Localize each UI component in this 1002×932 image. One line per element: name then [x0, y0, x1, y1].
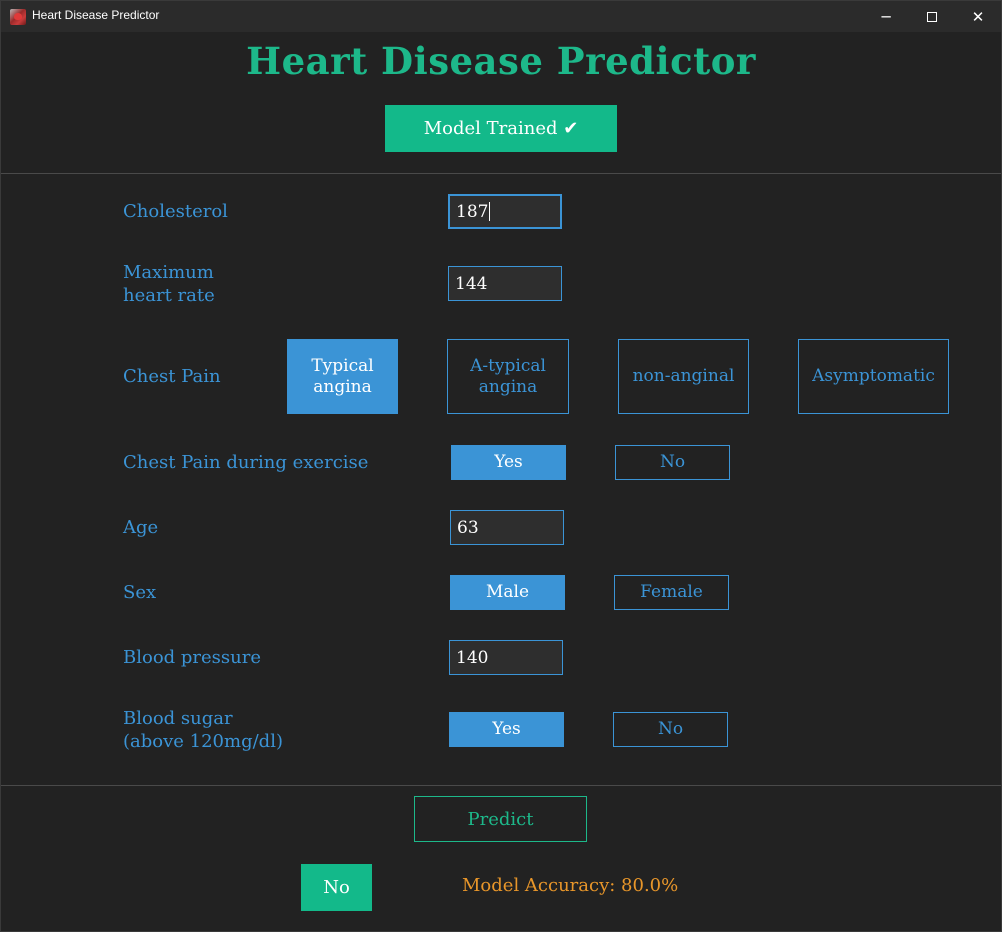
predict-label: Predict — [467, 808, 534, 830]
option-label: non-anginal — [632, 366, 735, 386]
app-window: Heart Disease Predictor ─ ✕ Heart Diseas… — [0, 0, 1002, 932]
close-button[interactable]: ✕ — [955, 1, 1001, 32]
option-label: No — [659, 452, 686, 472]
text-caret — [489, 202, 491, 221]
option-label-line1: A-typical — [470, 355, 546, 376]
option-label: No — [657, 719, 684, 739]
max-heart-rate-label-line2: heart rate — [123, 285, 215, 306]
cholesterol-input[interactable]: 187 — [448, 194, 562, 229]
age-label: Age — [123, 517, 159, 538]
blood-sugar-label-line1: Blood sugar — [123, 708, 233, 729]
train-model-button[interactable]: Model Trained ✔ — [385, 105, 617, 152]
exercise-pain-label: Chest Pain during exercise — [123, 452, 369, 473]
blood-sugar-yes-option[interactable]: Yes — [449, 712, 564, 747]
age-value: 63 — [457, 517, 479, 538]
chest-pain-typical-angina-option[interactable]: Typical angina — [287, 339, 398, 414]
sex-male-option[interactable]: Male — [450, 575, 565, 610]
blood-sugar-label: Blood sugar (above 120mg/dl) — [123, 707, 283, 753]
max-heart-rate-label: Maximum heart rate — [123, 261, 215, 307]
exercise-pain-yes-option[interactable]: Yes — [451, 445, 566, 480]
prediction-result: No — [323, 877, 350, 898]
sex-female-option[interactable]: Female — [614, 575, 729, 610]
cholesterol-value: 187 — [456, 201, 489, 222]
maximize-icon — [927, 11, 937, 22]
blood-sugar-label-line2: (above 120mg/dl) — [123, 731, 283, 752]
max-heart-rate-value: 144 — [455, 273, 488, 294]
blood-pressure-label: Blood pressure — [123, 647, 262, 668]
maximize-button[interactable] — [909, 1, 955, 32]
option-label-line2: angina — [478, 376, 538, 397]
predict-button[interactable]: Predict — [414, 796, 587, 842]
prediction-result-badge: No — [301, 864, 372, 911]
blood-pressure-input[interactable]: 140 — [449, 640, 563, 675]
option-label-line1: Typical — [311, 355, 374, 376]
age-input[interactable]: 63 — [450, 510, 564, 545]
max-heart-rate-label-line1: Maximum — [123, 262, 214, 283]
heart-app-icon — [10, 9, 26, 25]
minimize-button[interactable]: ─ — [863, 1, 909, 32]
option-label: Female — [640, 582, 703, 602]
minimize-icon: ─ — [881, 7, 891, 26]
close-icon: ✕ — [971, 7, 985, 26]
chest-pain-atypical-angina-option[interactable]: A-typical angina — [447, 339, 569, 414]
chest-pain-label: Chest Pain — [123, 366, 221, 387]
bottom-divider — [1, 785, 1001, 786]
option-label: Male — [485, 582, 530, 602]
option-label: Asymptomatic — [812, 366, 935, 386]
sex-label: Sex — [123, 582, 157, 603]
page-title: Heart Disease Predictor — [246, 39, 756, 83]
option-label: Yes — [494, 452, 523, 472]
chest-pain-non-anginal-option[interactable]: non-anginal — [618, 339, 749, 414]
cholesterol-label: Cholesterol — [123, 201, 228, 222]
max-heart-rate-input[interactable]: 144 — [448, 266, 562, 301]
option-label: Yes — [492, 719, 521, 739]
chest-pain-asymptomatic-option[interactable]: Asymptomatic — [798, 339, 949, 414]
model-accuracy-text: Model Accuracy: 80.0% — [462, 875, 679, 896]
top-divider — [1, 173, 1001, 174]
title-bar: Heart Disease Predictor ─ ✕ — [1, 1, 1001, 32]
train-model-label: Model Trained ✔ — [423, 118, 579, 139]
exercise-pain-no-option[interactable]: No — [615, 445, 730, 480]
window-title: Heart Disease Predictor — [32, 8, 160, 22]
blood-pressure-value: 140 — [456, 647, 489, 668]
blood-sugar-no-option[interactable]: No — [613, 712, 728, 747]
option-label-line2: angina — [313, 376, 372, 397]
